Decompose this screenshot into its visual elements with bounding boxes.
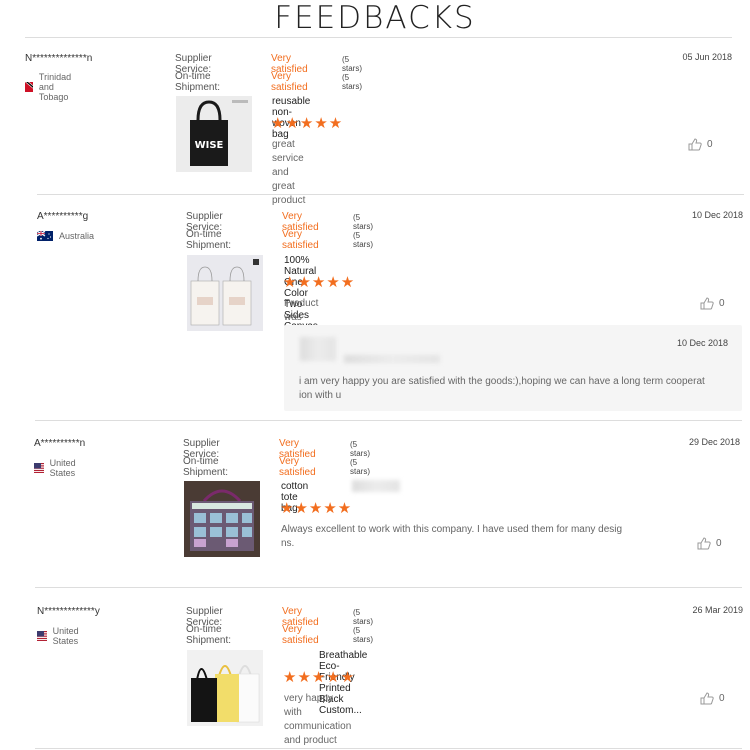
thumbs-up-icon — [697, 537, 711, 550]
country-label: United States — [52, 626, 79, 646]
shipment-rating: Very satisfied — [282, 229, 319, 251]
svg-text:WISE: WISE — [195, 140, 224, 151]
reviewer-name: N*************y — [37, 606, 100, 617]
divider — [37, 194, 744, 195]
reply-date: 10 Dec 2018 — [676, 338, 728, 348]
country-label: Australia — [59, 231, 95, 241]
rating-stars-icon: ★★★★★ — [271, 115, 344, 132]
like-button[interactable]: 0 — [697, 537, 722, 550]
shipment-rating: Very satisfied — [279, 456, 316, 478]
page-title: FEEDBACKS — [274, 0, 476, 36]
review-comment: great service and great product — [272, 139, 306, 206]
comment-line: ns. — [281, 538, 295, 549]
supplier-stars: (5 stars) — [350, 440, 370, 458]
like-button[interactable]: 0 — [700, 692, 725, 705]
redacted-text — [352, 480, 400, 492]
review-date: 26 Mar 2019 — [692, 605, 743, 615]
shipment-rating: Very satisfied — [282, 624, 319, 646]
product-image[interactable] — [187, 255, 263, 331]
review-date: 05 Jun 2018 — [682, 52, 732, 62]
review-date: 10 Dec 2018 — [691, 210, 743, 220]
reviewer-country: Australia — [37, 231, 94, 241]
divider — [35, 748, 742, 749]
divider — [35, 587, 742, 588]
reviewer-country: Trinidad and Tobago — [25, 72, 79, 102]
reply-text-line: ion with u — [299, 390, 342, 401]
seller-name — [344, 355, 440, 363]
shipment-label: On-time Shipment: — [186, 229, 232, 251]
review-comment: Always excellent to work with this compa… — [281, 523, 681, 551]
seller-avatar — [300, 337, 336, 361]
reply-text-line: i am very happy you are satisfied with t… — [299, 376, 705, 387]
reply-text: i am very happy you are satisfied with t… — [299, 375, 739, 403]
like-button[interactable]: 0 — [700, 297, 725, 310]
us-flag-icon — [37, 631, 47, 641]
rating-stars-icon: ★★★★★ — [283, 274, 356, 291]
trinidad-flag-icon — [25, 82, 33, 92]
seller-reply: 10 Dec 2018 i am very happy you are sati… — [284, 325, 742, 411]
review-date: 29 Dec 2018 — [688, 437, 740, 447]
us-flag-icon — [34, 463, 44, 473]
supplier-stars: (5 stars) — [342, 55, 362, 73]
reviewer-country: United States — [34, 458, 82, 478]
like-button[interactable]: 0 — [688, 138, 713, 151]
divider — [35, 420, 742, 421]
country-label: United States — [49, 458, 76, 478]
reviewer-name: A**********n — [34, 438, 86, 449]
like-count: 0 — [716, 538, 722, 549]
rating-stars-icon: ★★★★★ — [280, 500, 353, 517]
supplier-stars: (5 stars) — [353, 608, 373, 626]
reviewer-country: United States — [37, 626, 85, 646]
product-image[interactable]: WISE — [176, 96, 252, 172]
country-label: Trinidad and Tobago — [38, 72, 72, 102]
thumbs-up-icon — [688, 138, 702, 151]
product-image[interactable] — [187, 650, 263, 726]
shipment-stars: (5 stars) — [342, 73, 362, 91]
shipment-stars: (5 stars) — [353, 626, 373, 644]
review-comment: very happy with communication and produc… — [284, 693, 352, 746]
australia-flag-icon — [37, 231, 53, 241]
like-count: 0 — [707, 139, 713, 150]
reviewer-name: N**************n — [25, 53, 93, 64]
comment-line: Always excellent to work with this compa… — [281, 524, 623, 535]
shipment-stars: (5 stars) — [350, 458, 370, 476]
shipment-label: On-time Shipment: — [183, 456, 229, 478]
product-image[interactable] — [184, 481, 260, 557]
shipment-stars: (5 stars) — [353, 231, 373, 249]
shipment-label: On-time Shipment: — [175, 71, 221, 93]
divider — [25, 37, 732, 38]
reviewer-name: A**********g — [37, 211, 89, 222]
shipment-rating: Very satisfied — [271, 71, 308, 93]
like-count: 0 — [719, 298, 725, 309]
shipment-label: On-time Shipment: — [186, 624, 232, 646]
like-count: 0 — [719, 693, 725, 704]
rating-stars-icon: ★★★★★ — [283, 669, 356, 686]
supplier-stars: (5 stars) — [353, 213, 373, 231]
thumbs-up-icon — [700, 692, 714, 705]
thumbs-up-icon — [700, 297, 714, 310]
